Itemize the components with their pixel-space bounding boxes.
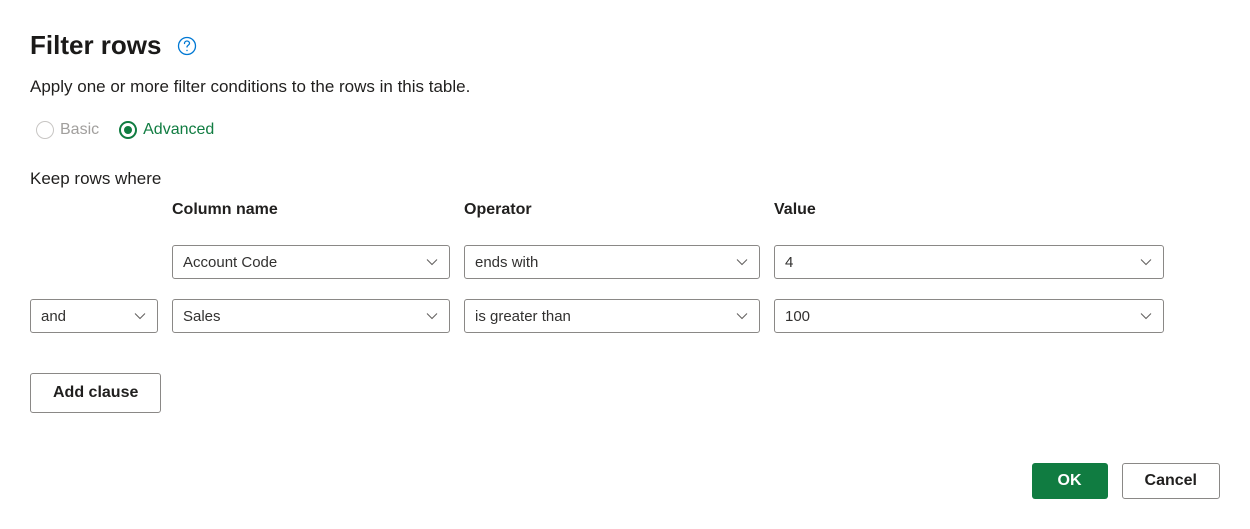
operator-select[interactable]: is greater than [464,299,760,333]
header-column-name: Column name [172,201,450,219]
add-clause-button[interactable]: Add clause [30,373,161,413]
clauses-grid: Column name Operator Value Account Code … [30,201,1220,333]
chevron-down-icon [735,309,749,323]
column-select-value: Account Code [183,254,417,271]
radio-advanced-label: Advanced [143,121,214,139]
header-operator: Operator [464,201,760,219]
header-value: Value [774,201,1164,219]
chevron-down-icon [1139,255,1153,269]
column-select[interactable]: Account Code [172,245,450,279]
operator-select-value: is greater than [475,308,727,325]
value-select[interactable]: 100 [774,299,1164,333]
column-select[interactable]: Sales [172,299,450,333]
chevron-down-icon [425,255,439,269]
dialog-footer: OK Cancel [30,463,1220,499]
value-select-value: 4 [785,254,1131,271]
dialog-description: Apply one or more filter conditions to t… [30,77,1220,97]
chevron-down-icon [1139,309,1153,323]
logic-select-value: and [41,308,125,325]
chevron-down-icon [133,309,147,323]
radio-basic[interactable]: Basic [36,121,99,139]
operator-select[interactable]: ends with [464,245,760,279]
cancel-button[interactable]: Cancel [1122,463,1220,499]
chevron-down-icon [425,309,439,323]
keep-rows-label: Keep rows where [30,169,1220,189]
operator-select-value: ends with [475,254,727,271]
radio-circle-icon [36,121,54,139]
help-icon[interactable] [177,36,197,56]
mode-radio-group: Basic Advanced [30,121,1220,139]
value-select-value: 100 [785,308,1131,325]
logic-select[interactable]: and [30,299,158,333]
radio-circle-icon [119,121,137,139]
ok-button[interactable]: OK [1032,463,1108,499]
column-select-value: Sales [183,308,417,325]
radio-advanced[interactable]: Advanced [119,121,214,139]
radio-basic-label: Basic [60,121,99,139]
chevron-down-icon [735,255,749,269]
dialog-title: Filter rows [30,30,161,61]
value-select[interactable]: 4 [774,245,1164,279]
